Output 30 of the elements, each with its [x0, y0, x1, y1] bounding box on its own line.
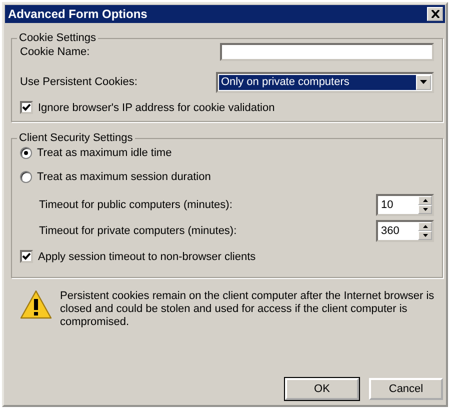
checkbox[interactable]	[20, 250, 33, 263]
cookie-name-field[interactable]	[220, 43, 434, 61]
close-icon	[430, 10, 440, 18]
up-arrow-icon	[422, 225, 428, 228]
warning-icon	[20, 290, 52, 320]
persistent-cookies-dropdown[interactable]: Only on private computers	[216, 72, 434, 92]
dialog-button[interactable]: OK	[285, 378, 359, 400]
radio-label: Treat as maximum idle time	[37, 147, 172, 159]
dialog-button[interactable]: Cancel	[369, 378, 443, 400]
up-arrow-icon	[422, 199, 428, 202]
close-button[interactable]	[427, 7, 443, 21]
checkbox-label: Apply session timeout to non-browser clients	[38, 250, 256, 262]
down-arrow-icon	[422, 208, 428, 211]
timeout-spinner[interactable]: 10	[376, 194, 434, 216]
warning-message: Persistent cookies remain on the client computer after the Internet browser is closed and could be stolen and used for access if the client computer is compromised.	[60, 290, 436, 329]
timeout-label: Timeout for public computers (minutes):	[39, 199, 232, 211]
group-title: Client Security Settings	[18, 132, 134, 144]
field-label: Cookie Name:	[20, 46, 90, 58]
checkbox-label: Ignore browser's IP address for cookie validation	[38, 102, 275, 114]
down-arrow-icon	[422, 234, 428, 237]
radio-label: Treat as maximum session duration	[37, 171, 211, 183]
checkbox[interactable]	[20, 101, 33, 114]
timeout-spinner[interactable]: 360	[376, 220, 434, 242]
caret-icon	[420, 80, 427, 84]
field-label: Use Persistent Cookies:	[20, 76, 138, 88]
radio-button[interactable]	[20, 171, 32, 183]
window-title: Advanced Form Options	[8, 7, 148, 21]
radio-button[interactable]	[20, 147, 32, 159]
group-title: Cookie Settings	[18, 32, 98, 44]
timeout-label: Timeout for private computers (minutes):	[39, 225, 237, 237]
